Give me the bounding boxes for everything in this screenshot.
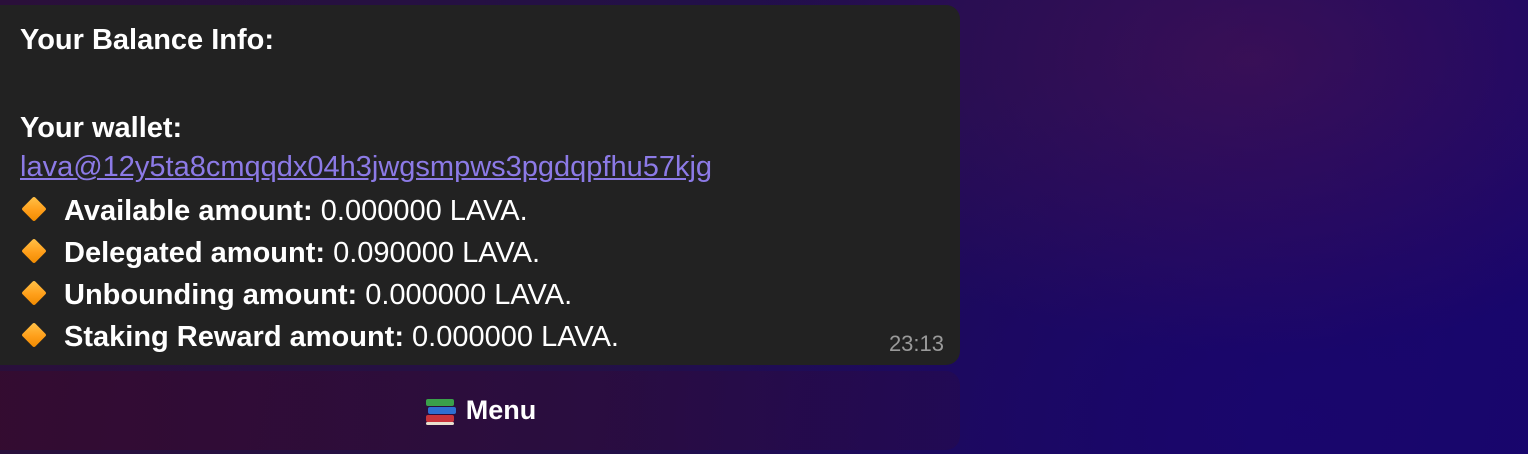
menu-button[interactable]: Menu bbox=[0, 371, 960, 450]
wallet-label: Your wallet: bbox=[20, 112, 183, 144]
wallet-address-link[interactable]: lava@12y5ta8cmqqdx04h3jwgsmpws3pgdqpfhu5… bbox=[20, 151, 712, 183]
balance-item-staking-reward: Staking Reward amount: 0.000000 LAVA. bbox=[20, 320, 619, 354]
item-value: 0.000000 LAVA. bbox=[357, 279, 573, 311]
item-value: 0.000000 LAVA. bbox=[312, 195, 528, 227]
item-label: Available amount: bbox=[64, 195, 313, 227]
orange-diamond-icon bbox=[20, 195, 50, 225]
orange-diamond-icon bbox=[20, 279, 50, 309]
books-icon bbox=[424, 397, 456, 425]
balance-item-unbounding: Unbounding amount: 0.000000 LAVA. bbox=[20, 278, 572, 312]
item-label: Delegated amount: bbox=[64, 237, 326, 269]
orange-diamond-icon bbox=[20, 237, 50, 267]
wallet-address-row: lava@12y5ta8cmqqdx04h3jwgsmpws3pgdqpfhu5… bbox=[20, 150, 712, 184]
item-label: Unbounding amount: bbox=[64, 279, 358, 311]
orange-diamond-icon bbox=[20, 321, 50, 351]
item-label: Staking Reward amount: bbox=[64, 321, 404, 353]
balance-title: Your Balance Info: bbox=[20, 24, 275, 56]
item-value: 0.000000 LAVA. bbox=[404, 321, 619, 353]
item-value: 0.090000 LAVA. bbox=[325, 237, 541, 269]
message-bubble: Your Balance Info: Your wallet: lava@12y… bbox=[0, 5, 960, 365]
message-timestamp: 23:13 bbox=[888, 331, 944, 356]
balance-item-delegated: Delegated amount: 0.090000 LAVA. bbox=[20, 236, 540, 270]
menu-button-label: Menu bbox=[465, 395, 537, 425]
balance-item-available: Available amount: 0.000000 LAVA. bbox=[20, 194, 528, 228]
